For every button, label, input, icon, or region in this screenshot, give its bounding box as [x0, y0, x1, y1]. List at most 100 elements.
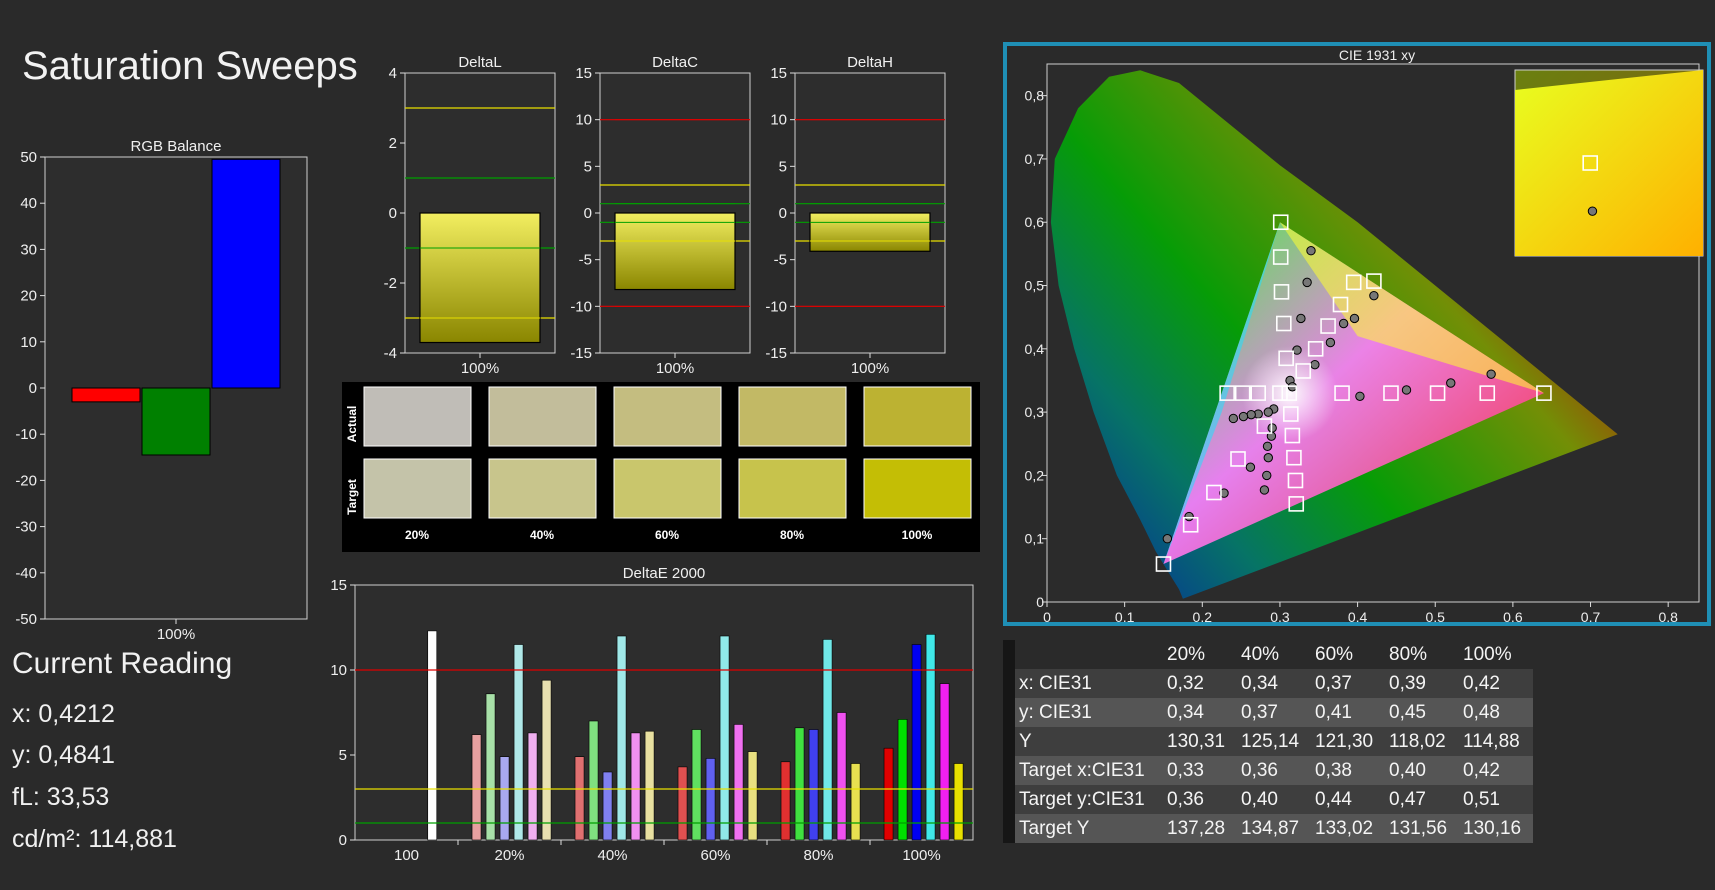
measured-point [1338, 318, 1349, 329]
measured-point [1369, 290, 1379, 301]
delta-e-bar [602, 771, 613, 841]
y-tick-label: 0,5 [1025, 278, 1045, 294]
table-header-row: 20% 40% 60% 80% 100% [1003, 640, 1533, 669]
table-header-cell: 20% [1163, 640, 1237, 669]
chart-title: CIE 1931 xy [1339, 47, 1415, 63]
delta-e-bar [705, 758, 716, 841]
delta-e-bar [883, 747, 894, 841]
swatch-actual [738, 386, 847, 447]
table-cell: 0,42 [1459, 669, 1533, 698]
x-tick-label: 0,1 [1115, 609, 1135, 622]
table-cell: 130,31 [1163, 727, 1237, 756]
table-cell: 133,02 [1311, 814, 1385, 843]
delta-e-bar [630, 732, 641, 841]
y-tick-label: 40 [20, 195, 37, 212]
current-reading-title: Current Reading [12, 647, 233, 680]
white-point-glow [1241, 345, 1338, 442]
table-cell: 0,47 [1385, 785, 1459, 814]
y-tick-label: -30 [15, 519, 37, 536]
measured-point [1349, 313, 1360, 324]
plot-area [354, 584, 974, 841]
table-row-label: Target x:CIE31 [1015, 756, 1163, 785]
measured-point [1259, 485, 1270, 495]
delta-e-bar [939, 683, 950, 841]
table-cell: 121,30 [1311, 727, 1385, 756]
measured-point [1486, 369, 1496, 379]
measured-point [1262, 441, 1273, 451]
table-header-cell: 80% [1385, 640, 1459, 669]
swatch-column-label: 60% [655, 528, 679, 542]
y-tick-label: -2 [384, 275, 397, 292]
measurement-table: 20% 40% 60% 80% 100% x: CIE31 0,32 0,34 0,37 0,39… [1003, 640, 1533, 843]
table-cell: 0,42 [1459, 756, 1533, 785]
measured-point [1238, 411, 1249, 422]
x-tick-label: 20% [494, 847, 524, 864]
table-row: y: CIE31 0,34 0,37 0,41 0,45 0,48 [1003, 698, 1533, 727]
x-tick-label: 0,6 [1503, 609, 1523, 622]
x-tick-label: 0,8 [1658, 609, 1678, 622]
y-tick-label: 10 [330, 662, 347, 679]
measured-point [1306, 246, 1316, 256]
delta-e-bar [850, 763, 861, 841]
x-tick-label: 100 [394, 847, 419, 864]
y-tick-label: -15 [765, 345, 787, 362]
y-tick-label: 0,1 [1025, 531, 1045, 547]
swatch-panel: Actual Target 20% 40% 60% 80% 100% [342, 382, 980, 552]
measured-point [1446, 378, 1456, 388]
y-tick-label: -10 [570, 298, 592, 315]
measured-point [1325, 337, 1336, 348]
y-tick-label: 2 [389, 135, 397, 152]
x-tick-label: 40% [597, 847, 627, 864]
table-corner [1003, 640, 1015, 669]
table-row-label: x: CIE31 [1015, 669, 1163, 698]
delta-e-bar [541, 679, 552, 841]
delta-e-bar [588, 720, 599, 841]
x-tick-label: 0,4 [1348, 609, 1368, 622]
y-tick-label: -5 [579, 252, 592, 269]
x-tick-label: 60% [700, 847, 730, 864]
swatch-column-label: 40% [530, 528, 554, 542]
swatch-actual-label: Actual [345, 406, 359, 443]
chart-title: DeltaH [847, 54, 893, 71]
table-row-label: Target y:CIE31 [1015, 785, 1163, 814]
y-tick-label: 0,6 [1025, 214, 1045, 230]
swatch-target [488, 458, 597, 519]
table-row-marker [1003, 785, 1015, 814]
reading-x: x: 0,4212 [12, 700, 115, 728]
y-tick-label: 5 [779, 158, 787, 175]
delta-c-chart: DeltaC 15 10 5 0 -5 -10 -15 100% [570, 54, 751, 373]
table-cell: 114,88 [1459, 727, 1533, 756]
table-cell: 131,56 [1385, 814, 1459, 843]
delta-h-chart: DeltaH 15 10 5 0 -5 -10 -15 100% [765, 54, 946, 373]
y-tick-label: 0 [1036, 594, 1044, 610]
delta-bar [419, 212, 541, 344]
table-header-blank [1015, 640, 1163, 669]
y-tick-label: 0,8 [1025, 88, 1045, 104]
table-row: x: CIE31 0,32 0,34 0,37 0,39 0,42 [1003, 669, 1533, 698]
table-row-label: Y [1015, 727, 1163, 756]
y-tick-label: 0 [29, 380, 37, 397]
measured-point [1246, 409, 1256, 420]
chart-title: DeltaC [652, 54, 698, 71]
reading-fl: fL: 33,53 [12, 783, 110, 811]
delta-bar [614, 212, 736, 291]
measured-point [1296, 313, 1306, 324]
swatch-actual [363, 386, 472, 447]
y-tick-label: 5 [584, 158, 592, 175]
table-header-cell: 100% [1459, 640, 1533, 669]
table-cell: 134,87 [1237, 814, 1311, 843]
y-tick-label: -50 [15, 611, 37, 628]
y-tick-label: 15 [770, 65, 787, 82]
page-title: Saturation Sweeps [22, 44, 358, 88]
rgb-balance-chart: RGB Balance 50 40 30 20 10 0 -10 -20 -30 -40 -50 100… [15, 138, 308, 643]
x-tick-label: 0,5 [1426, 609, 1446, 622]
measured-point [1162, 534, 1173, 544]
delta-e-bar [471, 734, 482, 841]
swatch-target-label: Target [345, 479, 359, 515]
table-cell: 0,36 [1163, 785, 1237, 814]
y-tick-label: -5 [774, 252, 787, 269]
reading-y: y: 0,4841 [12, 741, 115, 769]
swatch-column-label: 100% [902, 528, 933, 542]
swatch-actual [613, 386, 722, 447]
delta-e-bar [780, 761, 791, 841]
